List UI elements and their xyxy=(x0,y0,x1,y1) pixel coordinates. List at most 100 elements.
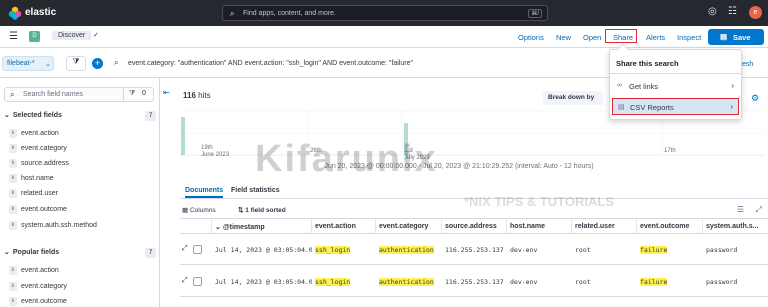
cell-source-address[interactable]: 116.255.253.137 xyxy=(442,235,507,264)
column-header-event-action[interactable]: event.action xyxy=(312,219,376,233)
data-view-selector[interactable]: filebeat-* ⌄ xyxy=(2,56,54,71)
alerts-link[interactable]: Alerts xyxy=(646,33,665,42)
row-controls: ⤢ xyxy=(182,277,208,287)
x-tick-label: June 2023 xyxy=(201,152,230,158)
chevron-down-icon: ⌄ xyxy=(45,61,51,68)
hits-label: hits xyxy=(198,91,211,100)
cell-source-address[interactable]: 116.255.253.137 xyxy=(442,267,507,296)
density-icon[interactable]: ☰ xyxy=(737,205,744,214)
column-title: source.address xyxy=(445,223,497,230)
query-input[interactable]: ⌕ event.category: "authentication" AND e… xyxy=(108,56,608,71)
field-item[interactable]: k event.outcome xyxy=(9,204,149,216)
cell-ssh-method[interactable]: password xyxy=(703,267,768,296)
column-header-related-user[interactable]: related.user xyxy=(572,219,637,233)
cell-ssh-method[interactable]: password xyxy=(703,235,768,264)
expand-row-icon[interactable]: ⤢ xyxy=(182,245,188,253)
cell-text: authentication xyxy=(379,278,434,286)
columns-button[interactable]: ▦ Columns xyxy=(182,206,216,214)
field-search-input[interactable]: ⌕ Search field names ⧩ 0 xyxy=(4,87,154,102)
filter-menu-button[interactable]: ⧩ xyxy=(66,56,86,71)
field-item[interactable]: k system.auth.ssh.method xyxy=(9,220,149,232)
row-select-checkbox[interactable] xyxy=(193,245,202,254)
field-item[interactable]: k event.category xyxy=(9,281,149,293)
field-item[interactable]: k event.action xyxy=(9,265,149,277)
cell-event-outcome[interactable]: failure xyxy=(637,235,703,264)
cell-event-action[interactable]: ssh_login xyxy=(312,235,376,264)
add-filter-button[interactable]: + xyxy=(92,58,103,69)
column-header-timestamp[interactable]: ⌄ @timestamp xyxy=(212,219,312,233)
x-tick-label: 17th xyxy=(664,148,676,154)
elastic-logo-icon[interactable] xyxy=(8,6,22,20)
cell-event-category[interactable]: authentication xyxy=(376,235,442,264)
breadcrumb-discover[interactable]: Discover xyxy=(52,31,92,40)
tab-documents[interactable]: Documents xyxy=(185,187,224,198)
tab-field-statistics[interactable]: Field statistics xyxy=(231,187,280,194)
help-icon[interactable]: ◎ xyxy=(708,6,717,17)
chevron-down-icon: ⌄ xyxy=(4,249,10,256)
share-highlight-box xyxy=(605,29,637,43)
brand-name[interactable]: elastic xyxy=(25,7,56,18)
open-link[interactable]: Open xyxy=(583,33,601,42)
space-avatar[interactable]: D xyxy=(29,31,40,42)
cell-text: authentication xyxy=(379,246,434,254)
inspect-link[interactable]: Inspect xyxy=(677,33,701,42)
column-header-host-name[interactable]: host.name xyxy=(507,219,572,233)
field-name: event.category xyxy=(21,145,67,152)
refresh-button-label[interactable]: esh xyxy=(742,61,753,68)
column-header-ssh-method[interactable]: system.auth.s... xyxy=(703,219,768,233)
table-row[interactable]: ⤢ Jul 14, 2023 @ 03:05:04.000 ssh_login … xyxy=(180,235,768,265)
column-header-event-outcome[interactable]: event.outcome xyxy=(637,219,703,233)
field-item[interactable]: k host.name xyxy=(9,173,149,185)
cell-timestamp[interactable]: Jul 14, 2023 @ 03:05:04.000 xyxy=(212,235,312,264)
popular-fields-header[interactable]: ⌄ Popular fields xyxy=(4,248,59,256)
cell-text: ssh_login xyxy=(315,246,351,254)
user-avatar[interactable]: e xyxy=(749,6,762,19)
expand-row-icon[interactable]: ⤢ xyxy=(182,277,188,285)
sort-button[interactable]: ⇅ 1 field sorted xyxy=(238,206,286,214)
column-header-source-address[interactable]: source.address xyxy=(442,219,507,233)
column-header-event-category[interactable]: event.category xyxy=(376,219,442,233)
selected-fields-header[interactable]: ⌄ Selected fields xyxy=(4,111,62,119)
column-title: related.user xyxy=(575,223,615,230)
menu-item-label: Get links xyxy=(629,82,659,91)
cell-event-category[interactable]: authentication xyxy=(376,267,442,296)
cell-host-name[interactable]: dev-env xyxy=(507,267,572,296)
cell-related-user[interactable]: root xyxy=(572,235,637,264)
field-item[interactable]: k event.category xyxy=(9,143,149,155)
news-feed-icon[interactable]: ☷ xyxy=(728,6,737,17)
column-title: event.category xyxy=(379,223,429,230)
field-filter-toggle[interactable]: ⧩ 0 xyxy=(123,88,153,101)
search-icon: ⌕ xyxy=(114,58,119,67)
table-row[interactable]: ⤢ Jul 14, 2023 @ 03:05:04.000 ssh_login … xyxy=(180,267,768,297)
search-icon: ⌕ xyxy=(10,90,15,99)
save-button[interactable]: ▤ Save xyxy=(708,29,764,45)
get-links-menu-item[interactable]: ∞ Get links › xyxy=(612,78,739,95)
keyword-type-icon: k xyxy=(9,144,17,153)
save-button-label: Save xyxy=(733,33,751,42)
global-search-placeholder: Find apps, content, and more. xyxy=(243,10,336,17)
field-item[interactable]: k event.action xyxy=(9,128,149,140)
field-name: event.outcome xyxy=(21,206,67,213)
row-select-checkbox[interactable] xyxy=(193,277,202,286)
global-search-input[interactable]: ⌕ Find apps, content, and more. ⌘/ xyxy=(222,5,548,21)
cell-event-action[interactable]: ssh_login xyxy=(312,267,376,296)
chart-options-gear-icon[interactable]: ⚙ xyxy=(751,93,759,104)
keyword-type-icon: k xyxy=(9,221,17,230)
field-item[interactable]: k event.outcome xyxy=(9,296,149,307)
keyword-type-icon: k xyxy=(9,205,17,214)
new-link[interactable]: New xyxy=(556,33,571,42)
collapse-sidebar-icon[interactable]: ⇤ xyxy=(163,88,170,97)
csv-reports-menu-item[interactable]: ▤ CSV Reports › xyxy=(612,98,739,115)
fullscreen-icon[interactable]: ⤢ xyxy=(756,205,762,215)
cell-event-outcome[interactable]: failure xyxy=(637,267,703,296)
options-link[interactable]: Options xyxy=(518,33,544,42)
hamburger-menu-icon[interactable]: ☰ xyxy=(9,31,18,42)
break-down-by-button[interactable]: Break down by xyxy=(543,91,603,105)
cell-text: failure xyxy=(640,246,668,254)
cell-timestamp[interactable]: Jul 14, 2023 @ 03:05:04.000 xyxy=(212,267,312,296)
global-header: elastic ⌕ Find apps, content, and more. … xyxy=(0,0,768,26)
field-item[interactable]: k related.user xyxy=(9,188,149,200)
cell-related-user[interactable]: root xyxy=(572,267,637,296)
cell-host-name[interactable]: dev-env xyxy=(507,235,572,264)
keyword-type-icon: k xyxy=(9,129,17,138)
